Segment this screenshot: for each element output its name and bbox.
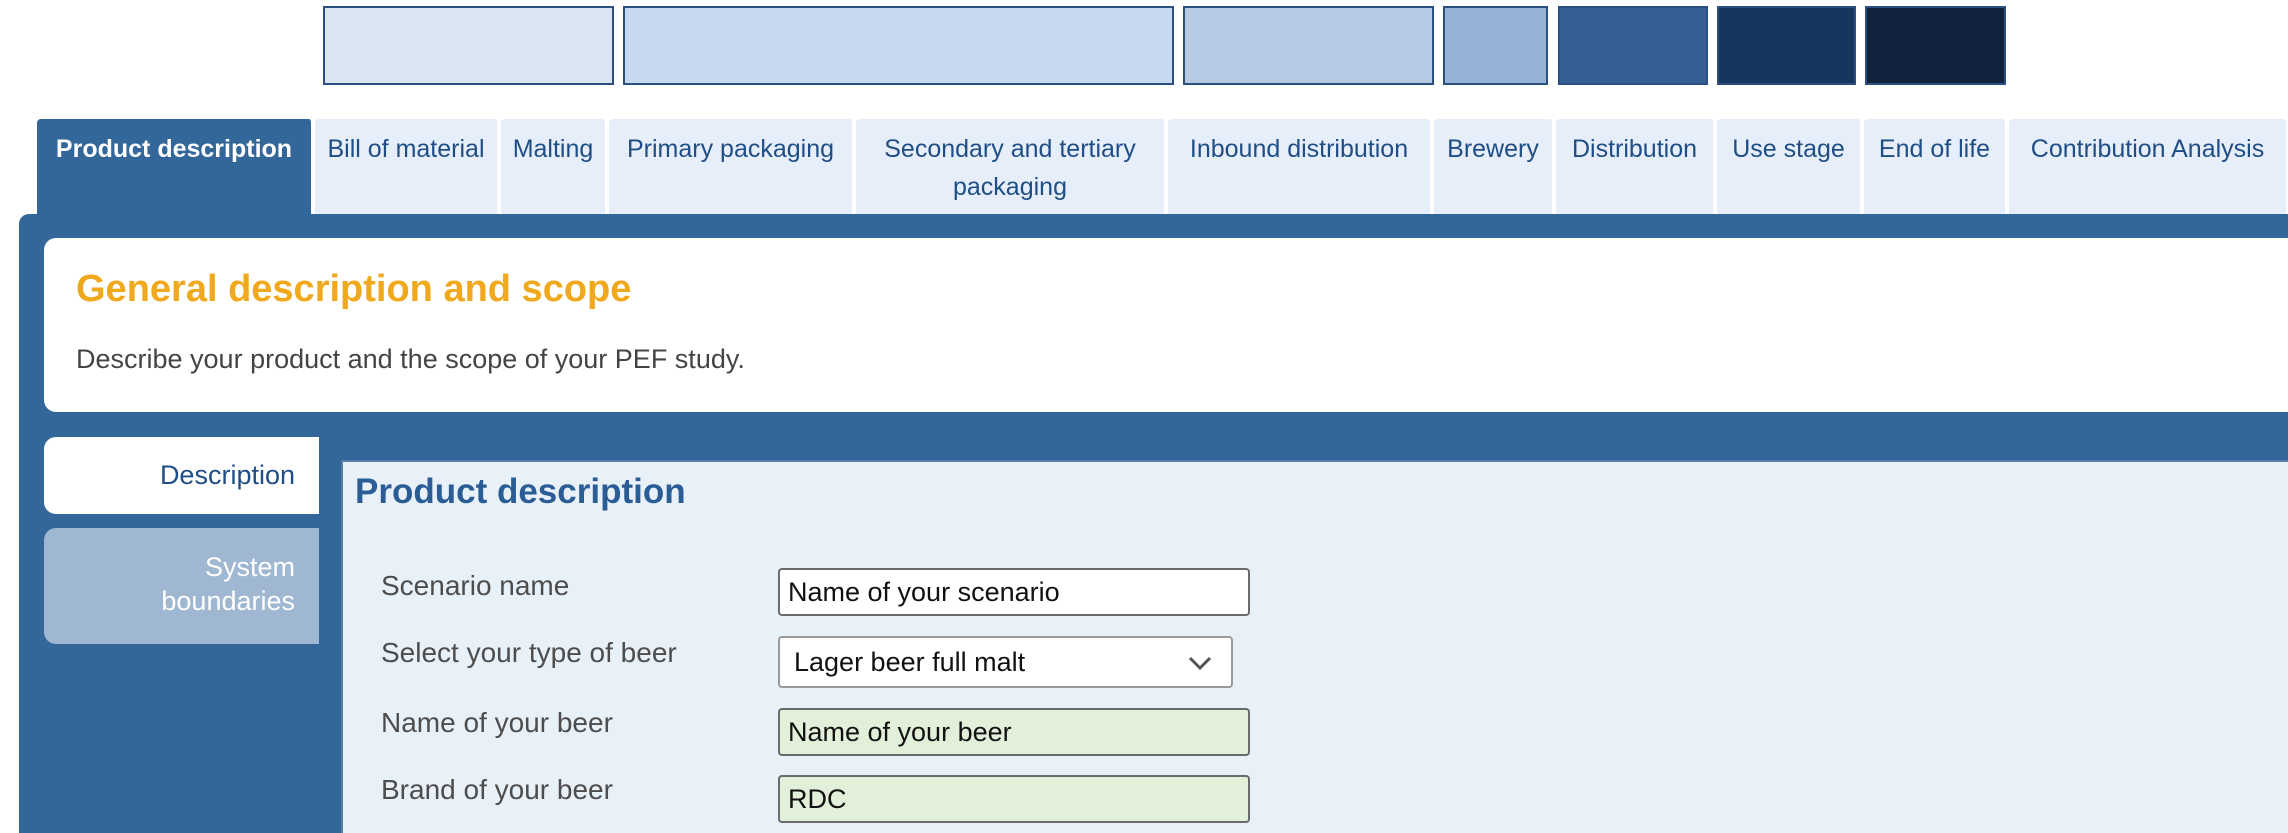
scope-title: General description and scope — [76, 268, 632, 310]
tab-end-of-life[interactable]: End of life — [1864, 119, 2007, 214]
swatch-4 — [1443, 6, 1548, 85]
swatch-3 — [1183, 6, 1434, 85]
tab-distribution[interactable]: Distribution — [1556, 119, 1715, 214]
tab-inbound-distribution[interactable]: Inbound distribution — [1168, 119, 1432, 214]
side-tab-description[interactable]: Description — [44, 437, 319, 514]
scope-card: General description and scope Describe y… — [44, 238, 2288, 412]
tab-secondary-tertiary-packaging[interactable]: Secondary and tertiary packaging — [856, 119, 1166, 214]
brand-label: Brand of your beer — [381, 774, 613, 805]
swatch-1 — [323, 6, 614, 85]
swatch-2 — [623, 6, 1174, 85]
tab-use-stage[interactable]: Use stage — [1717, 119, 1862, 214]
beer-name-label: Name of your beer — [381, 707, 613, 738]
tab-contribution-analysis[interactable]: Contribution Analysis — [2009, 119, 2288, 214]
beer-type-value: Lager beer full malt — [794, 647, 1026, 677]
brand-input[interactable]: RDC — [778, 775, 1250, 823]
tab-primary-packaging[interactable]: Primary packaging — [609, 119, 854, 214]
beer-name-input[interactable]: Name of your beer — [778, 708, 1250, 756]
scope-description: Describe your product and the scope of y… — [76, 344, 745, 374]
swatch-6 — [1717, 6, 1856, 85]
scenario-name-label: Scenario name — [381, 570, 570, 601]
tab-bill-of-material[interactable]: Bill of material — [315, 119, 499, 214]
swatch-5 — [1558, 6, 1708, 85]
side-tab-system-boundaries[interactable]: System boundaries — [44, 528, 319, 644]
scenario-name-input[interactable]: Name of your scenario — [778, 568, 1250, 616]
form-title: Product description — [355, 472, 686, 511]
product-description-form: Product description Scenario name Name o… — [341, 460, 2288, 833]
chevron-down-icon — [1188, 656, 1212, 671]
beer-type-label: Select your type of beer — [381, 637, 677, 668]
beer-type-select[interactable]: Lager beer full malt — [778, 636, 1233, 688]
tab-malting[interactable]: Malting — [501, 119, 607, 214]
swatch-7 — [1865, 6, 2006, 85]
tab-brewery[interactable]: Brewery — [1434, 119, 1554, 214]
tab-product-description[interactable]: Product description — [37, 119, 313, 214]
